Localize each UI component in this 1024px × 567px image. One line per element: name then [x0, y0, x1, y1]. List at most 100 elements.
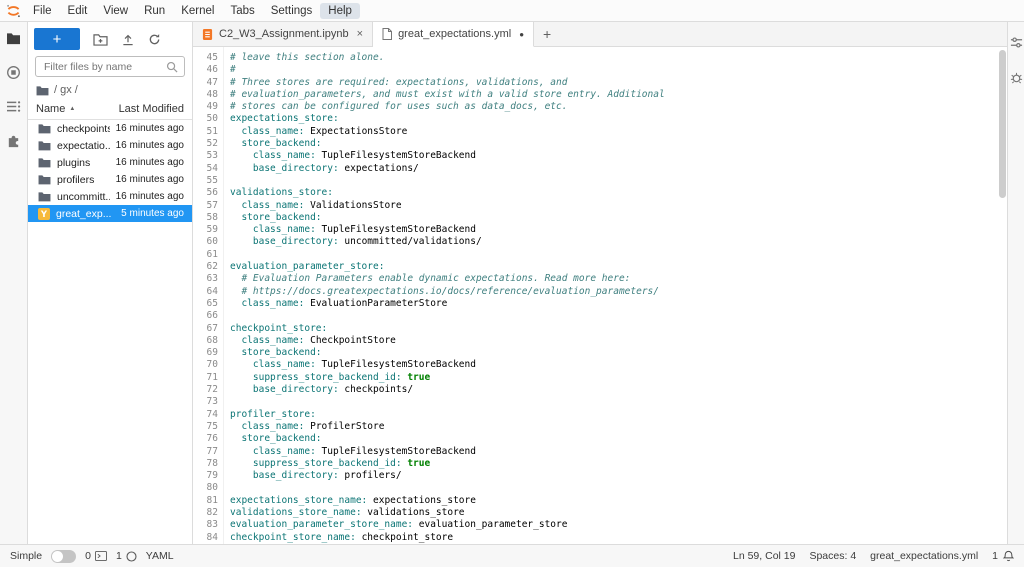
menu-settings[interactable]: Settings — [263, 3, 321, 19]
home-folder-icon — [36, 85, 49, 96]
file-list: checkpoints 16 minutes ago expectatio... 16… — [28, 120, 192, 222]
code-line[interactable]: class_name: ExpectationsStore — [230, 126, 1007, 138]
breadcrumb-path: / gx / — [54, 84, 78, 96]
code-line[interactable]: profiler_store: — [230, 409, 1007, 421]
cursor-position[interactable]: Ln 59, Col 19 — [733, 550, 795, 562]
code-line[interactable]: # leave this section alone. — [230, 52, 1007, 64]
editor-scrollbar[interactable] — [998, 47, 1007, 544]
notifications-status[interactable]: 1 — [992, 550, 1014, 562]
code-line[interactable]: # Evaluation Parameters enable dynamic e… — [230, 273, 1007, 285]
tab-great_expectations.yml[interactable]: great_expectations.yml ● — [373, 22, 535, 47]
indentation-status[interactable]: Spaces: 4 — [809, 550, 856, 562]
table-of-contents-icon[interactable] — [6, 100, 21, 113]
menubar: File Edit View Run Kernel Tabs Settings Help — [0, 0, 1024, 22]
menu-view[interactable]: View — [95, 3, 136, 19]
code-line[interactable] — [230, 249, 1007, 261]
code-line[interactable]: base_directory: checkpoints/ — [230, 384, 1007, 396]
menubar-items: File Edit View Run Kernel Tabs Settings Help — [25, 2, 360, 19]
kernels-status[interactable]: 1 — [116, 550, 137, 562]
menu-run[interactable]: Run — [136, 3, 173, 19]
main-layout: + / gx / Name ▲ Last Modified checkpo — [0, 22, 1024, 544]
code-line[interactable]: validations_store: — [230, 187, 1007, 199]
code-line[interactable]: base_directory: expectations/ — [230, 163, 1007, 175]
code-lines[interactable]: # leave this section alone. # # Three stor… — [224, 47, 1007, 544]
code-line[interactable]: # https://docs.greatexpectations.io/docs… — [230, 286, 1007, 298]
left-activity-bar — [0, 22, 28, 544]
code-line[interactable]: class_name: TupleFilesystemStoreBackend — [230, 446, 1007, 458]
folder-icon — [38, 157, 51, 168]
file-browser-toolbar: + — [28, 22, 192, 55]
file-icon — [382, 28, 393, 40]
simple-mode-toggle[interactable] — [51, 549, 77, 563]
breadcrumb[interactable]: / gx / — [28, 83, 192, 101]
column-last-modified[interactable]: Last Modified — [119, 103, 184, 115]
tab-C2_W3_Assignment.ipynb[interactable]: C2_W3_Assignment.ipynb × — [193, 22, 374, 46]
code-line[interactable]: class_name: ValidationsStore — [230, 200, 1007, 212]
svg-text:Y: Y — [40, 210, 48, 220]
code-line[interactable]: checkpoint_store_name: checkpoint_store — [230, 532, 1007, 544]
column-name[interactable]: Name ▲ — [36, 103, 75, 115]
code-line[interactable]: validations_store_name: validations_stor… — [230, 507, 1007, 519]
code-line[interactable] — [230, 310, 1007, 322]
menu-kernel[interactable]: Kernel — [173, 3, 222, 19]
code-line[interactable] — [230, 175, 1007, 187]
debugger-icon[interactable] — [1010, 71, 1023, 84]
code-line[interactable]: expectations_store_name: expectations_st… — [230, 495, 1007, 507]
code-line[interactable]: class_name: ProfilerStore — [230, 421, 1007, 433]
unsaved-indicator-icon: ● — [519, 29, 525, 39]
code-line[interactable]: store_backend: — [230, 138, 1007, 150]
code-line[interactable]: expectations_store: — [230, 113, 1007, 125]
dock-panel: C2_W3_Assignment.ipynb × great_expectation… — [193, 22, 1007, 544]
file-browser-icon[interactable] — [6, 32, 21, 45]
code-line[interactable]: suppress_store_backend_id: true — [230, 458, 1007, 470]
menu-edit[interactable]: Edit — [60, 3, 96, 19]
code-line[interactable]: evaluation_parameter_store_name: evaluat… — [230, 519, 1007, 531]
folder-icon — [38, 140, 51, 151]
code-line[interactable] — [230, 396, 1007, 408]
menu-help[interactable]: Help — [320, 2, 360, 19]
extension-manager-icon[interactable] — [6, 133, 21, 148]
new-launcher-button[interactable]: + — [34, 28, 80, 50]
simple-mode-label: Simple — [10, 550, 43, 562]
code-line[interactable]: store_backend: — [230, 347, 1007, 359]
menu-file[interactable]: File — [25, 3, 60, 19]
refresh-icon[interactable] — [148, 33, 161, 46]
file-row[interactable]: plugins 16 minutes ago — [28, 154, 192, 171]
close-tab-icon[interactable]: × — [357, 28, 363, 40]
code-line[interactable]: evaluation_parameter_store: — [230, 261, 1007, 273]
file-row[interactable]: profilers 16 minutes ago — [28, 171, 192, 188]
code-line[interactable]: base_directory: profilers/ — [230, 470, 1007, 482]
code-line[interactable]: # — [230, 64, 1007, 76]
file-modified: 16 minutes ago — [115, 157, 184, 168]
code-line[interactable]: checkpoint_store: — [230, 323, 1007, 335]
code-line[interactable]: # stores can be configured for uses such… — [230, 101, 1007, 113]
code-line[interactable]: suppress_store_backend_id: true — [230, 372, 1007, 384]
menu-tabs[interactable]: Tabs — [222, 3, 262, 19]
upload-icon[interactable] — [121, 33, 135, 46]
code-line[interactable] — [230, 482, 1007, 494]
code-line[interactable]: class_name: TupleFilesystemStoreBackend — [230, 224, 1007, 236]
code-line[interactable]: base_directory: uncommitted/validations/ — [230, 236, 1007, 248]
property-inspector-icon[interactable] — [1010, 36, 1023, 49]
code-line[interactable]: class_name: TupleFilesystemStoreBackend — [230, 150, 1007, 162]
filter-files-input[interactable] — [42, 59, 166, 74]
file-row[interactable]: Ygreat_exp... 5 minutes ago — [28, 205, 192, 222]
file-row[interactable]: checkpoints 16 minutes ago — [28, 120, 192, 137]
code-line[interactable]: store_backend: — [230, 433, 1007, 445]
language-mode[interactable]: YAML — [146, 550, 174, 562]
code-line[interactable]: store_backend: — [230, 212, 1007, 224]
code-line[interactable]: # Three stores are required: expectation… — [230, 77, 1007, 89]
code-line[interactable]: class_name: TupleFilesystemStoreBackend — [230, 359, 1007, 371]
terminals-status[interactable]: 0 — [85, 550, 107, 562]
file-row[interactable]: uncommitt... 16 minutes ago — [28, 188, 192, 205]
running-sessions-icon[interactable] — [6, 65, 21, 80]
code-line[interactable]: # evaluation_parameters, and must exist … — [230, 89, 1007, 101]
code-line[interactable]: class_name: EvaluationParameterStore — [230, 298, 1007, 310]
file-row[interactable]: expectatio... 16 minutes ago — [28, 137, 192, 154]
file-browser-panel: + / gx / Name ▲ Last Modified checkpo — [28, 22, 193, 544]
editor-scrollbar-thumb[interactable] — [999, 50, 1006, 198]
code-line[interactable]: class_name: CheckpointStore — [230, 335, 1007, 347]
new-folder-icon[interactable] — [93, 33, 108, 46]
new-tab-button[interactable]: + — [534, 22, 560, 46]
yaml-editor[interactable]: 45 46 47 48 49 50 51 52 53 54 55 56 57 58 59 60 61 62 63 64… — [193, 47, 1007, 544]
